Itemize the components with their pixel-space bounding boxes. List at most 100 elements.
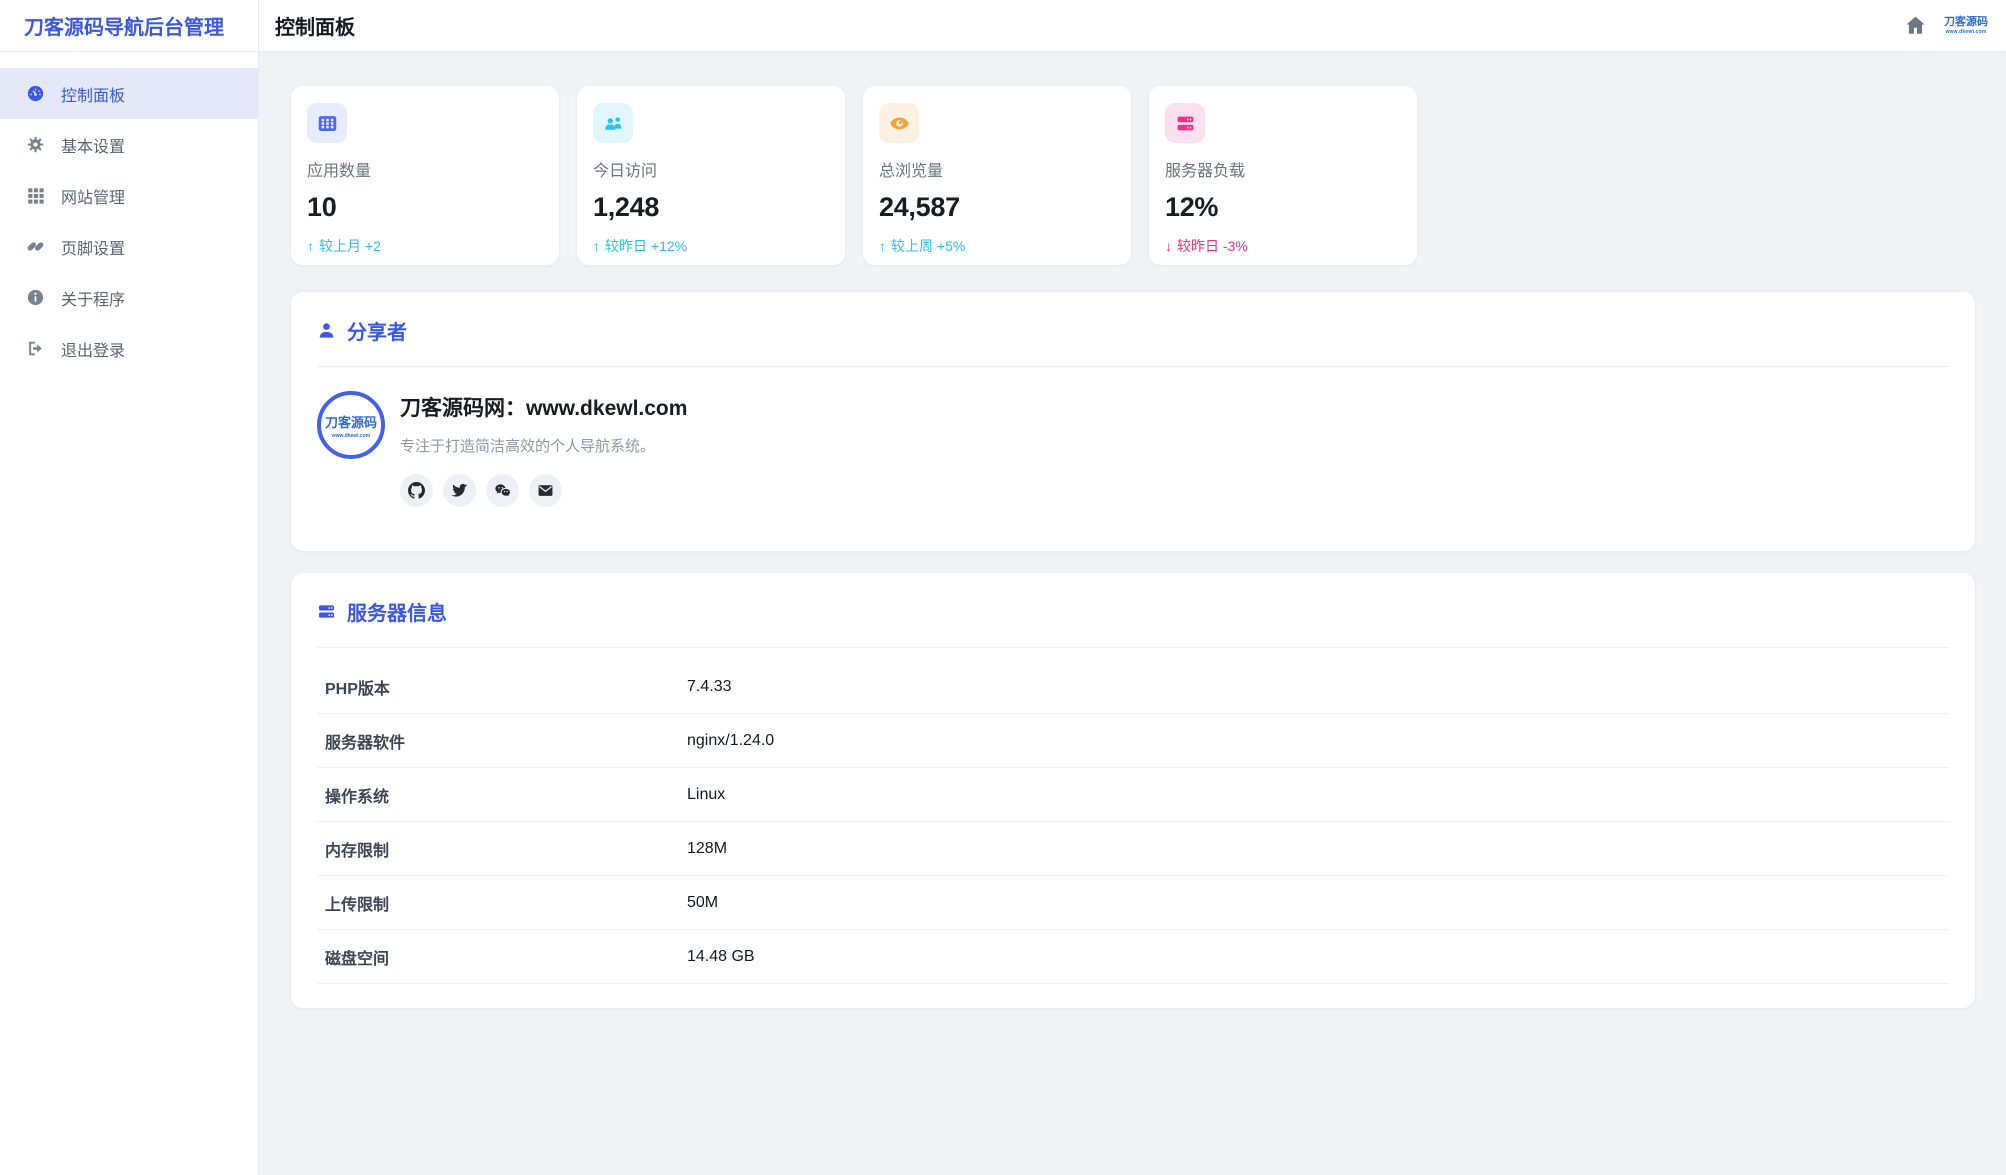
stat-trend-text: 较昨日 +12% (605, 238, 688, 254)
server-info-table: PHP版本 7.4.33 服务器软件 nginx/1.24.0 操作系统 Lin… (317, 660, 1949, 984)
stats-grid: 应用数量 10 ↑ 较上月 +2 今日访问 1,248 ↑ 较昨日 +12% 总… (291, 86, 1975, 265)
sidebar-item-sites[interactable]: 网站管理 (0, 170, 258, 221)
topbar: 控制面板 刀客源码 www.dkewl.com (259, 0, 2006, 52)
stat-trend-text: 较上周 +5% (891, 238, 966, 254)
row-label: 磁盘空间 (317, 929, 686, 984)
stat-label: 今日访问 (593, 163, 658, 180)
brand-logo[interactable]: 刀客源码 www.dkewl.com (1944, 15, 1988, 35)
avatar-logo-text: 刀客源码 (324, 414, 377, 430)
table-row: 磁盘空间 14.48 GB (317, 929, 1949, 984)
wechat-icon[interactable] (486, 474, 519, 507)
arrow-down-icon: ↓ (1165, 238, 1172, 254)
stat-trend: ↑ 较上月 +2 (307, 236, 541, 256)
grid-icon (307, 103, 347, 143)
sharer-avatar: 刀客源码 www.dkewl.com (317, 391, 385, 459)
sharer-desc: 专注于打造简洁高效的个人导航系统。 (400, 438, 656, 455)
brand-logo-text: 刀客源码 (1944, 15, 1988, 28)
sharer-panel-header: 分享者 (317, 316, 1949, 345)
main-area: 控制面板 刀客源码 www.dkewl.com 应用数量 10 ↑ 较上月 +2… (259, 0, 2006, 1175)
logout-icon (26, 339, 45, 358)
sidebar-menu: 控制面板 基本设置 网站管理 页脚设置 关于程序 退出登录 (0, 52, 258, 374)
row-value: 14.48 GB (686, 929, 1949, 984)
server-panel-title: 服务器信息 (347, 603, 447, 625)
arrow-up-icon: ↑ (879, 238, 886, 254)
sidebar-item-dashboard[interactable]: 控制面板 (0, 68, 258, 119)
sharer-panel-title: 分享者 (347, 322, 407, 344)
divider (317, 366, 1949, 367)
sidebar-item-logout[interactable]: 退出登录 (0, 323, 258, 374)
stat-label: 应用数量 (307, 163, 372, 180)
sidebar-item-label: 关于程序 (61, 291, 126, 309)
sidebar: 刀客源码导航后台管理 控制面板 基本设置 网站管理 页脚设置 关于程序 退出登录 (0, 0, 259, 1175)
email-icon[interactable] (529, 474, 562, 507)
server-info-panel: 服务器信息 PHP版本 7.4.33 服务器软件 nginx/1.24.0 操作… (291, 573, 1975, 1008)
row-value: 7.4.33 (686, 660, 1949, 714)
sidebar-item-label: 基本设置 (61, 138, 126, 156)
stat-trend-text: 较上月 +2 (319, 238, 381, 254)
server-icon (318, 605, 335, 618)
stat-trend: ↑ 较上周 +5% (879, 236, 1113, 256)
stat-trend-text: 较昨日 -3% (1177, 238, 1248, 254)
gauge-icon (26, 84, 45, 103)
brand-logo-sub: www.dkewl.com (1945, 28, 1987, 35)
row-value: 128M (686, 821, 1949, 876)
twitter-icon[interactable] (443, 474, 476, 507)
divider (317, 647, 1949, 648)
server-icon (1165, 103, 1205, 143)
stat-trend: ↑ 较昨日 +12% (593, 236, 827, 256)
sidebar-item-about[interactable]: 关于程序 (0, 272, 258, 323)
stat-value: 1,248 (593, 192, 660, 222)
table-row: PHP版本 7.4.33 (317, 660, 1949, 714)
topbar-actions: 刀客源码 www.dkewl.com (1902, 13, 1988, 39)
row-label: PHP版本 (317, 660, 686, 714)
sidebar-item-label: 页脚设置 (61, 240, 126, 258)
row-label: 上传限制 (317, 875, 686, 930)
sidebar-item-label: 网站管理 (61, 189, 126, 207)
stat-value: 10 (307, 192, 337, 222)
sharer-name: 刀客源码网：www.dkewl.com (400, 397, 688, 420)
sidebar-item-label: 控制面板 (61, 87, 126, 105)
gear-icon (26, 135, 45, 154)
server-panel-header: 服务器信息 (317, 597, 1949, 626)
admin-app: 刀客源码导航后台管理 控制面板 基本设置 网站管理 页脚设置 关于程序 退出登录… (0, 0, 2006, 1175)
sidebar-item-footer[interactable]: 页脚设置 (0, 221, 258, 272)
content: 应用数量 10 ↑ 较上月 +2 今日访问 1,248 ↑ 较昨日 +12% 总… (259, 52, 2006, 1175)
stat-card-views: 总浏览量 24,587 ↑ 较上周 +5% (863, 86, 1131, 265)
sidebar-item-settings[interactable]: 基本设置 (0, 119, 258, 170)
social-links (400, 474, 687, 507)
sharer-info: 刀客源码网：www.dkewl.com 专注于打造简洁高效的个人导航系统。 (400, 391, 687, 507)
eye-icon (879, 103, 919, 143)
app-title: 刀客源码导航后台管理 (24, 17, 224, 39)
stat-value: 24,587 (879, 192, 960, 222)
sidebar-brand: 刀客源码导航后台管理 (0, 0, 258, 52)
table-row: 操作系统 Linux (317, 767, 1949, 822)
row-value: nginx/1.24.0 (686, 713, 1949, 768)
table-row: 上传限制 50M (317, 875, 1949, 930)
link-icon (26, 237, 45, 256)
stat-trend: ↓ 较昨日 -3% (1165, 236, 1399, 256)
stat-label: 总浏览量 (879, 163, 944, 180)
page-title: 控制面板 (275, 17, 355, 39)
arrow-up-icon: ↑ (593, 238, 600, 254)
row-value: Linux (686, 767, 1949, 822)
avatar-logo-sub: www.dkewl.com (331, 432, 371, 439)
users-icon (593, 103, 633, 143)
sidebar-item-label: 退出登录 (61, 342, 126, 360)
stat-label: 服务器负载 (1165, 163, 1246, 180)
row-label: 内存限制 (317, 821, 686, 876)
row-value: 50M (686, 875, 1949, 930)
info-icon (26, 288, 45, 307)
user-icon (319, 323, 334, 338)
grid-icon (26, 186, 45, 205)
sharer-body: 刀客源码 www.dkewl.com 刀客源码网：www.dkewl.com 专… (317, 391, 1949, 507)
sharer-panel: 分享者 刀客源码 www.dkewl.com 刀客源码网：www.dkewl.c… (291, 292, 1975, 551)
home-icon[interactable] (1902, 13, 1928, 39)
row-label: 服务器软件 (317, 713, 686, 768)
github-icon[interactable] (400, 474, 433, 507)
table-row: 服务器软件 nginx/1.24.0 (317, 713, 1949, 768)
stat-card-load: 服务器负载 12% ↓ 较昨日 -3% (1149, 86, 1417, 265)
table-row: 内存限制 128M (317, 821, 1949, 876)
row-label: 操作系统 (317, 767, 686, 822)
arrow-up-icon: ↑ (307, 238, 314, 254)
stat-card-visits: 今日访问 1,248 ↑ 较昨日 +12% (577, 86, 845, 265)
